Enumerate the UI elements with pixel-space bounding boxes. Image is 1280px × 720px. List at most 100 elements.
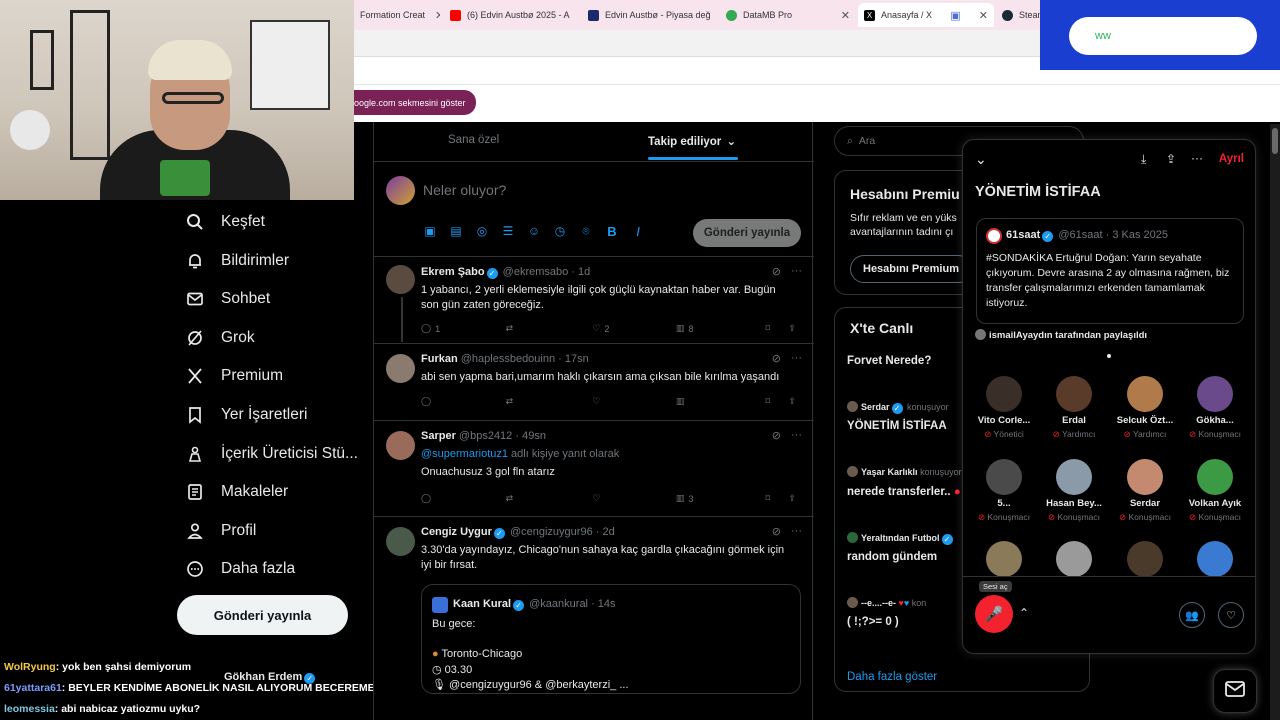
tweet-time[interactable]: 1d [578,266,590,278]
space-speaker[interactable]: Serdar ⊘ Konuşmacı [1110,459,1180,523]
tweet-author[interactable]: Sarper [421,430,456,442]
views-button[interactable]: ▥ 8 [676,323,766,334]
grok-icon[interactable]: ⊘ [772,265,781,278]
composer-input[interactable]: Neler oluyor? [423,182,506,198]
share-button[interactable]: ⇪ [788,323,796,334]
tweet-handle[interactable]: @cengizuygur96 [510,526,593,538]
like-button[interactable]: ♡ [592,396,676,407]
image-icon[interactable]: ▣ [423,224,437,238]
bookmark-button[interactable]: ⌑ [766,493,789,504]
views-button[interactable]: ▥ [676,396,766,407]
nav-grok[interactable]: Grok [186,329,255,347]
space-speaker[interactable]: Hasan Bey... ⊘ Konuşmacı [1039,459,1109,523]
reactions-button[interactable]: ♡ [1218,602,1244,628]
show-more-link[interactable]: Daha fazla göster [847,671,937,683]
grok-icon[interactable]: ◎ [475,224,489,238]
space-speaker[interactable]: Vito Corle... ⊘ Yönetici [969,376,1039,440]
space-speaker[interactable]: Volkan Ayık ⊘ Konuşmacı [1180,459,1250,523]
tweet-author[interactable]: Cengiz Uygur [421,526,492,538]
close-icon[interactable]: ✕ [717,9,718,22]
schedule-icon[interactable]: ◷ [553,224,567,238]
retweet-button[interactable]: ⇄ [506,323,593,334]
tweet-handle[interactable]: @ekremsabo [503,266,569,278]
quoted-tweet[interactable]: Kaan Kural ✓ @kaankural · 14s Bu gece: ● … [421,584,801,694]
tweet-author[interactable]: Furkan [421,353,458,365]
reply-button[interactable]: ◯ 1 [421,323,506,334]
italic-icon[interactable]: I [631,224,645,239]
poll-icon[interactable]: ☰ [501,224,515,238]
location-icon[interactable]: ⌾ [579,224,593,238]
browser-tab[interactable]: Formation Creat ✕ [354,3,440,27]
bold-icon[interactable]: B [605,224,619,239]
share-icon[interactable]: ⇪ [1166,152,1176,166]
tweet[interactable]: Cengiz Uygur ✓ @cengizuygur96 · 2d ⊘ ··· 3… [374,517,814,720]
bookmark-button[interactable]: ⌑ [766,323,789,334]
scrollbar[interactable] [1270,124,1280,720]
space-speaker[interactable]: Erdal ⊘ Yardımcı [1039,376,1109,440]
pinned-tweet[interactable]: 61saat ✓ @61saat · 3 Kas 2025 #SONDAKİKA … [976,218,1244,324]
premium-subscribe-button[interactable]: Hesabını Premium [850,255,972,283]
messages-button[interactable] [1213,669,1257,713]
nav-notifications[interactable]: Bildirimler [186,252,289,270]
nav-bookmarks[interactable]: Yer İşaretleri [186,406,307,424]
nav-articles[interactable]: Makaleler [186,483,288,501]
more-icon[interactable]: ··· [791,265,802,278]
nav-explore[interactable]: Keşfet [186,213,265,231]
space-speaker[interactable]: Gökha... ⊘ Konuşmacı [1180,376,1250,440]
space-speaker[interactable] [1180,541,1250,577]
space-speaker[interactable]: Selcuk Özt... ⊘ Yardımcı [1110,376,1180,440]
minimize-icon[interactable]: ⤓ [1141,152,1146,167]
tab-for-you[interactable]: Sana özel [448,134,499,146]
tab-share-icon[interactable]: ▣ [946,9,960,22]
emoji-icon[interactable]: ☺ [527,224,541,238]
chevron-up-icon[interactable]: ⌃ [1019,606,1029,620]
space-speaker[interactable]: 5... ⊘ Konuşmacı [969,459,1039,523]
live-space-title[interactable]: YÖNETİM İSTİFAA [847,420,947,432]
tweet[interactable]: Sarper @bps2412 · 49sn ⊘ ··· @supermariot… [374,421,814,517]
browser-tab[interactable]: DataMB Pro ✕ [720,3,856,27]
nav-messages[interactable]: Sohbet [186,290,270,308]
scrollbar-thumb[interactable] [1272,128,1278,154]
space-speaker[interactable] [969,541,1039,577]
tweet[interactable]: Furkan @haplessbedouinn · 17sn ⊘ ··· abi … [374,344,814,421]
space-speaker[interactable] [1039,541,1109,577]
retweet-button[interactable]: ⇄ [506,493,593,504]
like-button[interactable]: ♡ 2 [592,323,676,334]
avatar[interactable] [386,354,415,383]
retweet-button[interactable]: ⇄ [506,396,593,407]
close-icon[interactable]: ✕ [431,9,440,22]
reply-button[interactable]: ◯ [421,493,506,504]
tab-following[interactable]: Takip ediliyor ⌄ [648,134,736,148]
more-icon[interactable]: ··· [1191,151,1203,165]
leave-space-button[interactable]: Ayrıl [1219,153,1244,165]
browser-tab[interactable]: Steam [996,3,1042,27]
more-icon[interactable]: ··· [791,525,802,538]
close-icon[interactable]: ✕ [975,9,988,22]
participants-button[interactable]: 👥 [1179,602,1205,628]
tweet-handle[interactable]: @bps2412 [459,430,512,442]
composer-post-button[interactable]: Gönderi yayınla [693,219,801,247]
grok-icon[interactable]: ⊘ [772,352,781,365]
grok-icon[interactable]: ⊘ [772,429,781,442]
browser-tab-active[interactable]: X Anasayfa / X ▣ ✕ [858,3,994,27]
grok-icon[interactable]: ⊘ [772,525,781,538]
live-space-title[interactable]: ( !;?>= 0 ) [847,616,899,628]
tweet[interactable]: Ekrem Şabo ✓ @ekremsabo · 1d ⊘ ··· 1 yaban… [374,257,814,344]
tweet-handle[interactable]: @haplessbedouinn [461,353,555,365]
bookmark-button[interactable]: ⌑ [766,396,789,407]
reply-mention[interactable]: @supermariotuz1 [421,448,508,460]
live-space-title[interactable]: Forvet Nerede? [847,355,931,367]
browser-tab[interactable]: Edvin Austbø - Piyasa değ ✕ [582,3,718,27]
avatar[interactable] [386,265,415,294]
tweet-time[interactable]: 17sn [565,353,589,365]
unmute-button[interactable]: 🎤 [975,595,1013,633]
chevron-down-icon[interactable]: ⌄ [975,151,987,168]
avatar[interactable] [386,527,415,556]
nav-more[interactable]: Daha fazla [186,560,295,578]
views-button[interactable]: ▥ 3 [676,493,766,504]
tweet-time[interactable]: 2d [602,526,614,538]
share-button[interactable]: ⇪ [788,493,796,504]
tweet-author[interactable]: Ekrem Şabo [421,266,485,278]
like-button[interactable]: ♡ [592,493,676,504]
nav-profile[interactable]: Profil [186,522,256,540]
